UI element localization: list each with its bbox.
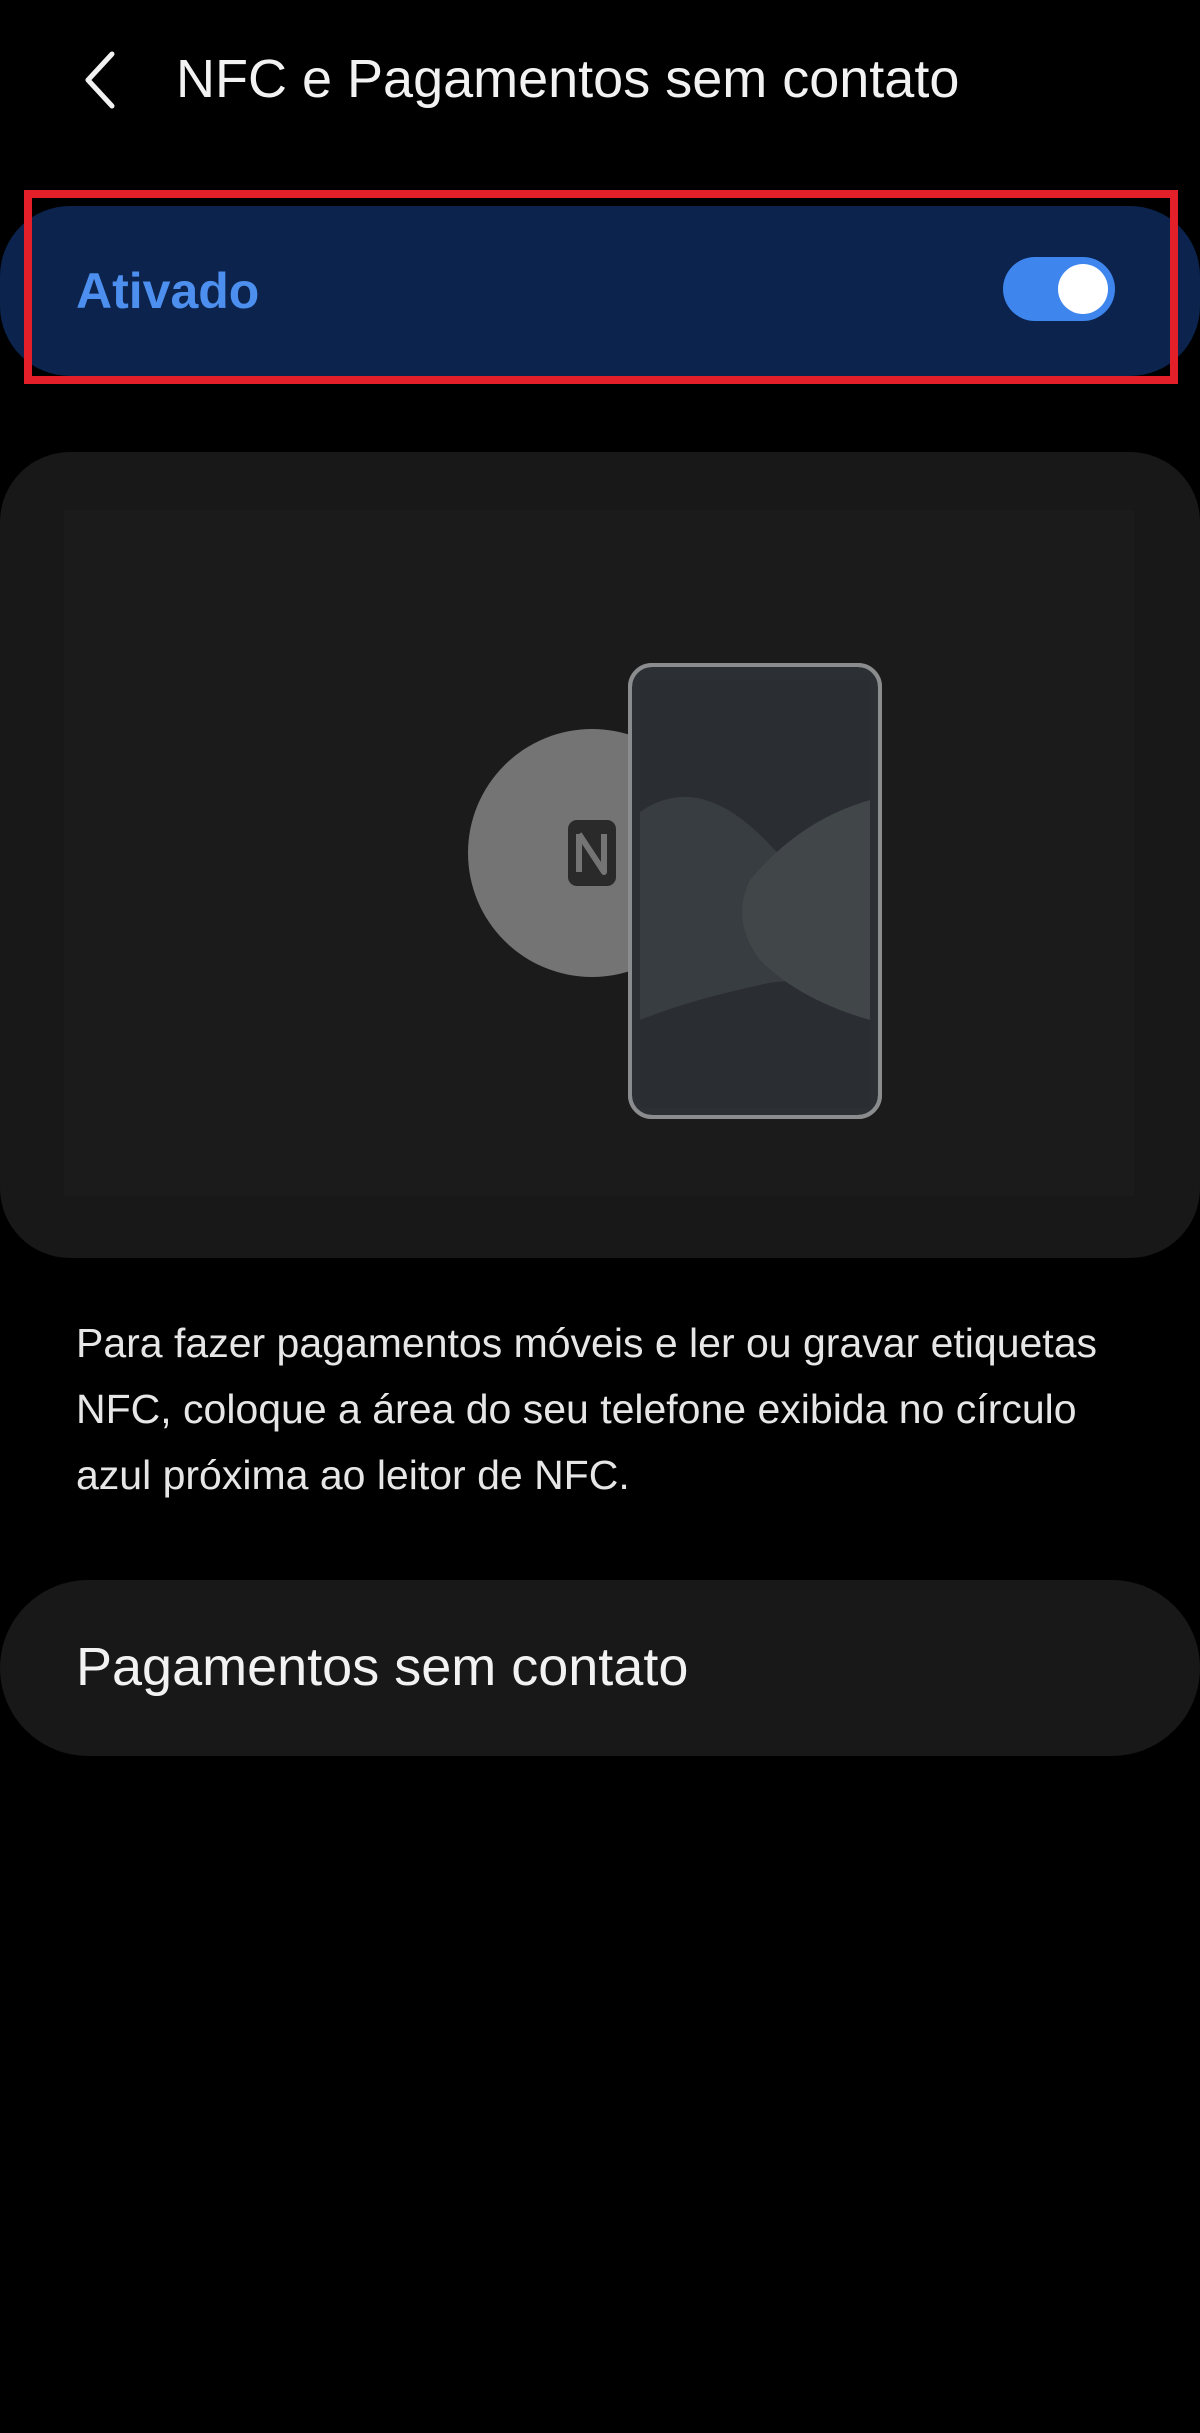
nfc-icon <box>568 820 616 886</box>
phone-icon <box>628 663 882 1119</box>
contactless-payments-item[interactable]: Pagamentos sem contato <box>0 1580 1200 1756</box>
description-text: Para fazer pagamentos móveis e ler ou gr… <box>76 1320 1097 1498</box>
app-header: NFC e Pagamentos sem contato <box>0 0 1200 160</box>
chevron-left-icon <box>85 51 115 109</box>
nfc-switch[interactable] <box>1003 257 1115 321</box>
toggle-label: Ativado <box>76 263 260 319</box>
contactless-payments-label: Pagamentos sem contato <box>76 1637 689 1697</box>
switch-knob <box>1058 264 1108 314</box>
page-title: NFC e Pagamentos sem contato <box>176 49 960 109</box>
back-button[interactable] <box>70 40 130 120</box>
nfc-illustration <box>468 663 882 1119</box>
